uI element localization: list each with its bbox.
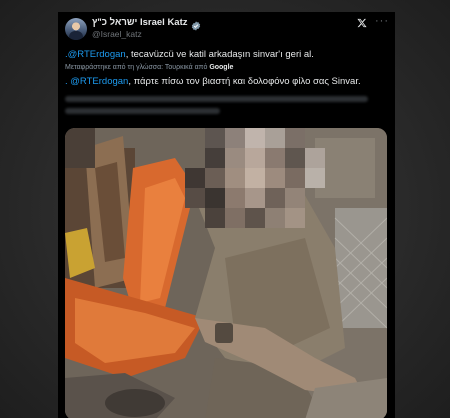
author-handle[interactable]: @Israel_katz	[92, 29, 142, 39]
translation-label: Μεταφράστηκε από τη γλώσσα: Τουρκικά από	[65, 64, 208, 71]
translated-body: , πάρτε πίσω τον βιαστή και δολοφόνο φίλ…	[128, 76, 361, 87]
translation-notice: Μεταφράστηκε από τη γλώσσα: Τουρκικά από…	[65, 64, 233, 71]
tweet-body: , tecavüzcü ve katil arkadaşın sinvar'ı …	[125, 49, 314, 60]
x-logo-icon	[357, 18, 367, 28]
author-name-row[interactable]: ישראל כ"ץ Israel Katz	[92, 17, 201, 31]
verified-badge-icon	[191, 18, 201, 31]
more-options-icon[interactable]: ···	[375, 15, 389, 27]
mention-link[interactable]: .@RTErdogan	[65, 49, 126, 60]
avatar[interactable]	[65, 18, 87, 40]
author-display-name[interactable]: ישראל כ"ץ Israel Katz	[92, 17, 188, 28]
translation-provider[interactable]: Google	[209, 64, 233, 71]
tweet-photo[interactable]	[65, 128, 387, 418]
censored-photo-image	[65, 128, 387, 418]
translated-text: . @RTErdogan, πάρτε πίσω τον βιαστή και …	[65, 76, 361, 87]
tweet-card: ישראל כ"ץ Israel Katz @Israel_katz ··· .…	[58, 12, 395, 418]
blurred-text	[65, 96, 387, 122]
tweet-text: .@RTErdogan, tecavüzcü ve katil arkadaşı…	[65, 48, 314, 61]
translated-mention-link[interactable]: . @RTErdogan	[65, 76, 128, 87]
